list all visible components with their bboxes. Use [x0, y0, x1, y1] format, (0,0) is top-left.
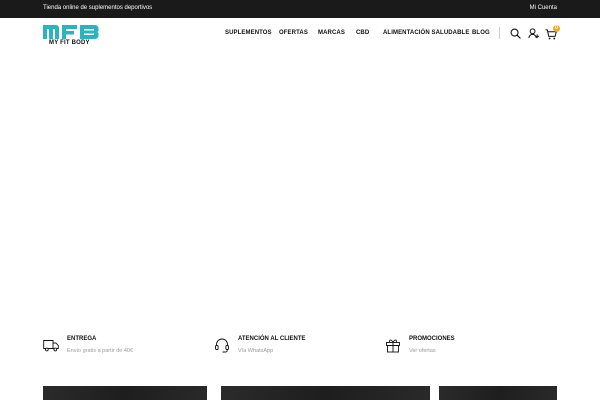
promo-banner-1[interactable]: [43, 386, 207, 400]
user-plus-icon[interactable]: [528, 28, 539, 39]
feature-subtitle: Ver ofertas: [409, 348, 436, 354]
nav-item-suplementos[interactable]: SUPLEMENTOS: [225, 30, 272, 36]
nav-item-blog[interactable]: BLOG: [472, 30, 490, 36]
cart-count-badge: 0: [553, 25, 560, 32]
nav-item-cbd[interactable]: CBD: [356, 30, 369, 36]
truck-icon: [43, 340, 59, 352]
headset-icon: [215, 338, 229, 353]
feature-promotions[interactable]: PROMOCIONES Ver ofertas: [385, 335, 545, 359]
feature-title: ENTREGA: [67, 336, 97, 342]
brand-name: MY FIT BODY: [49, 40, 90, 46]
feature-customer-service[interactable]: ATENCIÓN AL CLIENTE Vía WhatsApp: [214, 335, 374, 359]
header-divider: [499, 27, 500, 39]
feature-delivery[interactable]: ENTREGA Envío gratis a partir de 40€: [43, 335, 203, 359]
gift-icon: [386, 339, 400, 353]
my-account-link[interactable]: Mi Cuenta: [530, 5, 557, 11]
store-tagline: Tienda online de suplementos deportivos: [43, 5, 153, 11]
promo-banner-2[interactable]: [221, 386, 430, 400]
nav-item-ofertas[interactable]: OFERTAS: [279, 30, 308, 36]
nav-item-marcas[interactable]: MARCAS: [318, 30, 345, 36]
feature-title: ATENCIÓN AL CLIENTE: [238, 336, 306, 342]
top-bar: Tienda online de suplementos deportivos …: [0, 0, 600, 18]
feature-subtitle: Envío gratis a partir de 40€: [67, 348, 134, 354]
promo-banner-3[interactable]: [439, 386, 557, 400]
feature-title: PROMOCIONES: [409, 336, 455, 342]
feature-subtitle: Vía WhatsApp: [238, 348, 274, 354]
nav-item-alimentacion-saludable[interactable]: ALIMENTACIÓN SALUDABLE: [383, 30, 469, 36]
search-icon[interactable]: [510, 28, 521, 39]
